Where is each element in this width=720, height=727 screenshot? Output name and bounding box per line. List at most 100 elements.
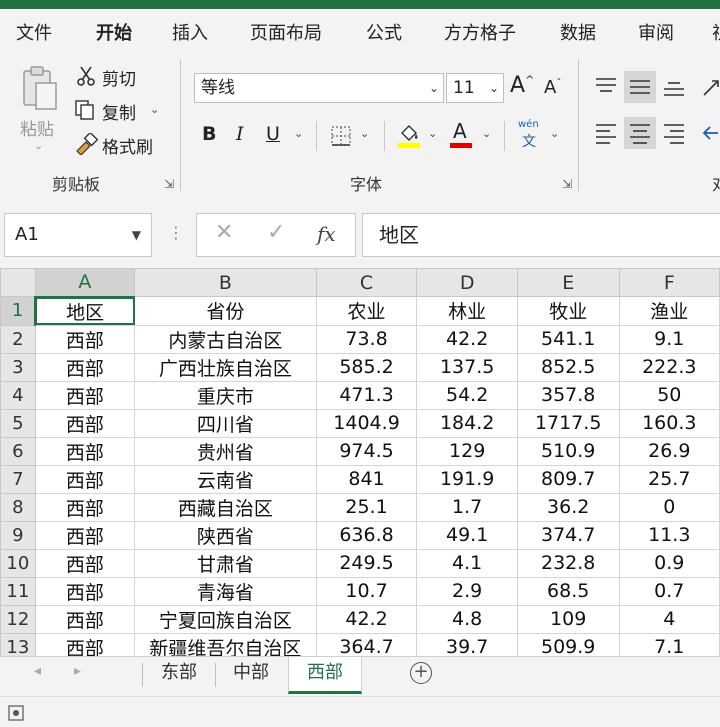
cell-a3[interactable]: 西部 (34, 352, 136, 382)
cell-d6[interactable]: 129 (416, 436, 518, 466)
scissors-icon[interactable] (76, 65, 96, 87)
cell-c2[interactable]: 73.8 (315, 324, 418, 354)
cell-f5[interactable]: 160.3 (618, 408, 720, 438)
cell-b3[interactable]: 广西壮族自治区 (134, 352, 317, 382)
cell-a6[interactable]: 西部 (34, 436, 136, 466)
orientation-icon[interactable] (700, 75, 720, 99)
select-all-corner[interactable] (0, 268, 36, 297)
cell-f7[interactable]: 25.7 (618, 464, 720, 494)
tab-review[interactable]: 审阅 (638, 19, 674, 45)
bold-button[interactable]: B (202, 123, 216, 145)
cell-b11[interactable]: 青海省 (134, 576, 317, 606)
cell-d3[interactable]: 137.5 (416, 352, 518, 382)
cut-button[interactable]: 剪切 (102, 65, 136, 90)
cell-c9[interactable]: 636.8 (315, 520, 418, 550)
cell-a1[interactable]: 地区 (34, 296, 136, 326)
row-header[interactable]: 2 (0, 324, 36, 354)
copy-button[interactable]: 复制 (102, 99, 136, 124)
column-header-e[interactable]: E (516, 268, 620, 297)
more-options-icon[interactable]: ⋮ (168, 223, 184, 242)
cell-b8[interactable]: 西藏自治区 (134, 492, 317, 522)
borders-dropdown-icon[interactable]: ⌄ (360, 127, 369, 140)
cell-b6[interactable]: 贵州省 (134, 436, 317, 466)
macro-record-icon[interactable] (8, 705, 24, 721)
cell-f10[interactable]: 0.9 (618, 548, 720, 578)
cell-a13[interactable]: 西部 (34, 632, 136, 656)
row-header[interactable]: 5 (0, 408, 36, 438)
format-painter-icon[interactable] (74, 131, 99, 156)
column-header-c[interactable]: C (315, 268, 418, 297)
cell-d2[interactable]: 42.2 (416, 324, 518, 354)
cell-e5[interactable]: 1717.5 (516, 408, 620, 438)
scroll-right-icon[interactable]: ▸ (74, 663, 81, 679)
cancel-icon[interactable]: ✕ (215, 220, 233, 245)
tab-insert[interactable]: 插入 (172, 19, 208, 45)
row-header[interactable]: 12 (0, 604, 36, 634)
cell-f11[interactable]: 0.7 (618, 576, 720, 606)
cell-d9[interactable]: 49.1 (416, 520, 518, 550)
sheet-tab-west[interactable]: 西部 (288, 657, 362, 694)
shrink-font-button[interactable]: Aˇ (544, 77, 561, 98)
column-header-b[interactable]: B (134, 268, 317, 297)
cell-b7[interactable]: 云南省 (134, 464, 317, 494)
cell-d13[interactable]: 39.7 (416, 632, 518, 656)
cell-e7[interactable]: 809.7 (516, 464, 620, 494)
cell-d10[interactable]: 4.1 (416, 548, 518, 578)
cell-d7[interactable]: 191.9 (416, 464, 518, 494)
row-header[interactable]: 10 (0, 548, 36, 578)
cell-e10[interactable]: 232.8 (516, 548, 620, 578)
cell-d12[interactable]: 4.8 (416, 604, 518, 634)
underline-dropdown-icon[interactable]: ⌄ (294, 127, 303, 140)
row-header[interactable]: 7 (0, 464, 36, 494)
paste-dropdown-icon[interactable]: ⌄ (34, 139, 43, 152)
cell-f6[interactable]: 26.9 (618, 436, 720, 466)
cell-c3[interactable]: 585.2 (315, 352, 418, 382)
chevron-down-icon[interactable]: ⌄ (429, 74, 439, 102)
underline-button[interactable]: U (266, 123, 280, 145)
align-bottom-icon[interactable] (660, 73, 688, 101)
column-header-a[interactable]: A (34, 268, 136, 298)
fill-color-icon[interactable] (396, 121, 422, 149)
cell-e13[interactable]: 509.9 (516, 632, 620, 656)
cell-c1[interactable]: 农业 (315, 296, 418, 326)
cell-b13[interactable]: 新疆维吾尔自治区 (134, 632, 317, 656)
chevron-down-icon[interactable]: ⌄ (489, 74, 499, 102)
cell-e12[interactable]: 109 (516, 604, 620, 634)
sheet-tab-central[interactable]: 中部 (216, 657, 286, 691)
copy-dropdown-icon[interactable]: ⌄ (150, 103, 159, 116)
cell-b5[interactable]: 四川省 (134, 408, 317, 438)
cell-e3[interactable]: 852.5 (516, 352, 620, 382)
cell-c10[interactable]: 249.5 (315, 548, 418, 578)
row-header[interactable]: 13 (0, 632, 36, 656)
cell-c11[interactable]: 10.7 (315, 576, 418, 606)
paste-label[interactable]: 粘贴 (20, 115, 54, 140)
align-right-icon[interactable] (660, 119, 688, 147)
cell-e6[interactable]: 510.9 (516, 436, 620, 466)
cell-f9[interactable]: 11.3 (618, 520, 720, 550)
font-name-combo[interactable]: 等线 ⌄ (194, 73, 444, 103)
cell-a12[interactable]: 西部 (34, 604, 136, 634)
cell-d1[interactable]: 林业 (416, 296, 518, 326)
cell-d11[interactable]: 2.9 (416, 576, 518, 606)
fill-color-dropdown-icon[interactable]: ⌄ (428, 127, 437, 140)
cell-a9[interactable]: 西部 (34, 520, 136, 550)
cell-b10[interactable]: 甘肃省 (134, 548, 317, 578)
row-header[interactable]: 6 (0, 436, 36, 466)
cell-f4[interactable]: 50 (618, 380, 720, 410)
tab-page-layout[interactable]: 页面布局 (250, 19, 322, 45)
font-color-dropdown-icon[interactable]: ⌄ (482, 127, 491, 140)
cell-a5[interactable]: 西部 (34, 408, 136, 438)
font-size-combo[interactable]: 11 ⌄ (446, 73, 504, 103)
cell-e9[interactable]: 374.7 (516, 520, 620, 550)
cell-c7[interactable]: 841 (315, 464, 418, 494)
tab-file[interactable]: 文件 (16, 19, 52, 45)
name-box[interactable]: A1 ▼ (4, 213, 152, 257)
enter-icon[interactable]: ✓ (267, 220, 285, 245)
grow-font-button[interactable]: A^ (510, 73, 534, 98)
cell-f12[interactable]: 4 (618, 604, 720, 634)
align-top-icon[interactable] (592, 73, 620, 101)
phonetic-dropdown-icon[interactable]: ⌄ (550, 127, 559, 140)
tab-formulas[interactable]: 公式 (366, 19, 402, 45)
cell-e4[interactable]: 357.8 (516, 380, 620, 410)
cell-b2[interactable]: 内蒙古自治区 (134, 324, 317, 354)
